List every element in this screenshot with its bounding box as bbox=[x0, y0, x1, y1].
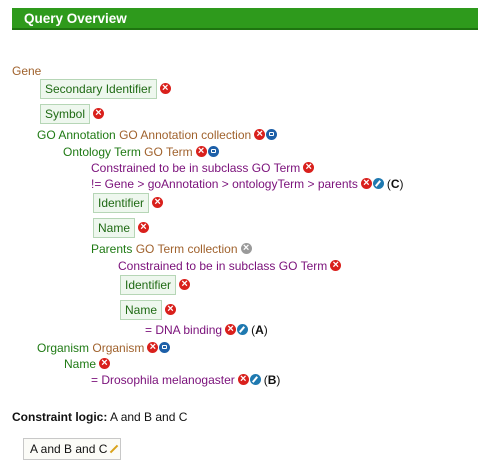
join-style-icon[interactable] bbox=[159, 342, 171, 354]
parents-name-constraint-text: = DNA binding bbox=[145, 323, 223, 337]
parents-name-attribute[interactable]: Name bbox=[120, 300, 163, 320]
secondary-identifier-attribute[interactable]: Secondary Identifier bbox=[40, 79, 157, 99]
constraint-code: (B) bbox=[263, 373, 281, 387]
go-annotation-type: GO Annotation bbox=[119, 128, 198, 142]
subclass-constraint-text: Constrained to be in subclass bbox=[91, 161, 249, 175]
remove-icon[interactable] bbox=[165, 303, 177, 316]
edit-pencil-icon[interactable] bbox=[110, 444, 119, 454]
edit-pencil-icon[interactable] bbox=[249, 374, 261, 386]
parents-node: Parents GO Term collection bbox=[91, 241, 252, 257]
constraint-logic-value: A and B and C bbox=[110, 410, 188, 424]
organism-name-constraint-text: = Drosophila melanogaster bbox=[91, 373, 235, 387]
parents-field[interactable]: Parents bbox=[91, 242, 132, 256]
go-annotation-collection: collection bbox=[201, 128, 252, 142]
organism-node: Organism Organism bbox=[37, 340, 171, 356]
constraint-code: (A) bbox=[251, 323, 268, 337]
remove-icon[interactable] bbox=[225, 323, 237, 336]
remove-icon[interactable] bbox=[360, 177, 372, 190]
loop-constraint: != Gene > goAnnotation > ontologyTerm > … bbox=[91, 176, 404, 192]
parents-subclass-constraint-type: GO Term bbox=[278, 259, 328, 273]
remove-icon[interactable] bbox=[303, 161, 315, 174]
disabled-remove-icon bbox=[240, 242, 252, 255]
organism-field[interactable]: Organism bbox=[37, 341, 89, 355]
edit-pencil-icon[interactable] bbox=[372, 178, 384, 190]
remove-icon[interactable] bbox=[152, 196, 164, 209]
secondary-identifier-node: Secondary Identifier bbox=[40, 79, 171, 99]
constraint-logic-editor[interactable]: A and B and C bbox=[23, 438, 121, 460]
constraint-logic-summary: Constraint logic: A and B and C bbox=[12, 410, 187, 424]
remove-icon[interactable] bbox=[93, 107, 105, 120]
parents-subclass-constraint-text: Constrained to be in subclass bbox=[118, 259, 276, 273]
ontology-name-node: Name bbox=[93, 218, 150, 238]
go-annotation-field[interactable]: GO Annotation bbox=[37, 128, 116, 142]
parents-identifier-attribute[interactable]: Identifier bbox=[120, 275, 177, 295]
remove-icon[interactable] bbox=[179, 278, 191, 291]
constraint-logic-editor-text: A and B and C bbox=[30, 442, 108, 456]
page-title: Query Overview bbox=[12, 8, 478, 30]
ontology-identifier-node: Identifier bbox=[93, 193, 164, 213]
symbol-attribute[interactable]: Symbol bbox=[40, 104, 91, 124]
root-class: Gene bbox=[12, 64, 42, 78]
go-annotation-node: GO Annotation GO Annotation collection bbox=[37, 127, 278, 143]
ontology-term-node: Ontology Term GO Term bbox=[63, 144, 219, 160]
parents-identifier-node: Identifier bbox=[120, 275, 191, 295]
ontology-name-attribute[interactable]: Name bbox=[93, 218, 136, 238]
subclass-constraint: Constrained to be in subclass GO Term bbox=[91, 160, 315, 176]
ontology-identifier-attribute[interactable]: Identifier bbox=[93, 193, 150, 213]
edit-pencil-icon[interactable] bbox=[237, 324, 249, 336]
remove-icon[interactable] bbox=[138, 221, 150, 234]
remove-icon[interactable] bbox=[254, 128, 266, 141]
remove-icon[interactable] bbox=[330, 259, 342, 272]
parents-subclass-constraint: Constrained to be in subclass GO Term bbox=[118, 258, 342, 274]
remove-icon[interactable] bbox=[159, 82, 171, 95]
subclass-constraint-type: GO Term bbox=[251, 161, 301, 175]
loop-constraint-text: != Gene > goAnnotation > ontologyTerm > … bbox=[91, 177, 358, 191]
organism-name-node: Name bbox=[64, 356, 111, 372]
ontology-term-field[interactable]: Ontology Term bbox=[63, 145, 141, 159]
parents-name-node: Name bbox=[120, 300, 177, 320]
join-style-icon[interactable] bbox=[207, 146, 219, 158]
symbol-node: Symbol bbox=[40, 104, 105, 124]
join-style-icon[interactable] bbox=[266, 129, 278, 141]
parents-type: GO Term bbox=[135, 242, 185, 256]
organism-name-constraint: = Drosophila melanogaster (B) bbox=[91, 372, 280, 388]
parents-name-constraint: = DNA binding (A) bbox=[145, 322, 268, 338]
constraint-logic-label: Constraint logic: bbox=[12, 410, 108, 424]
remove-icon[interactable] bbox=[99, 357, 111, 370]
organism-name-field[interactable]: Name bbox=[64, 357, 96, 371]
organism-type: Organism bbox=[92, 341, 145, 355]
parents-collection: collection bbox=[187, 242, 238, 256]
constraint-code: (C) bbox=[386, 177, 404, 191]
remove-icon[interactable] bbox=[237, 373, 249, 386]
remove-icon[interactable] bbox=[147, 341, 159, 354]
remove-icon[interactable] bbox=[195, 145, 207, 158]
ontology-term-type: GO Term bbox=[144, 145, 193, 159]
